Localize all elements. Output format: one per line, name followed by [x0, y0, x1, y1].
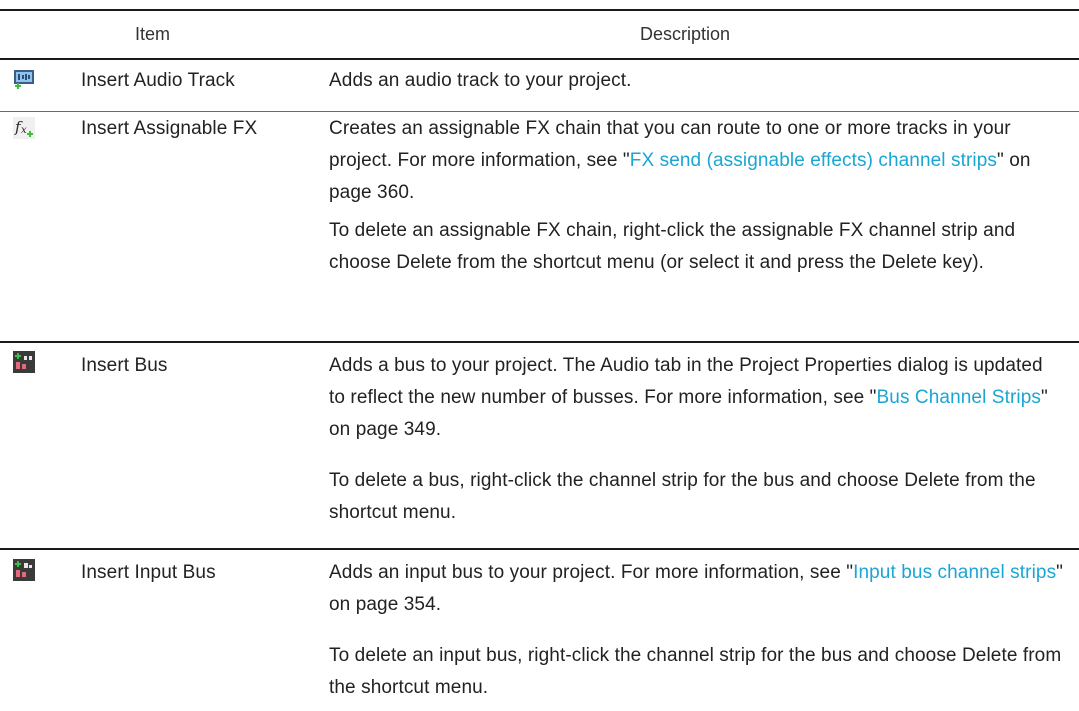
svg-text:x: x	[21, 125, 27, 136]
row-divider	[0, 341, 1079, 343]
column-header-description: Description	[640, 24, 731, 44]
insert-bus-icon	[13, 351, 35, 373]
description-text: Adds an input bus to your project. For m…	[329, 562, 854, 583]
item-description: Adds a bus to your project. The Audio ta…	[329, 350, 1064, 446]
column-header-item: Item	[135, 24, 171, 44]
item-description: Adds an audio track to your project.	[329, 70, 632, 91]
item-name: Insert Assignable FX	[81, 118, 258, 139]
audio-track-icon	[14, 70, 34, 89]
table-top-rule	[0, 9, 1079, 11]
item-description: Creates an assignable FX chain that you …	[329, 113, 1064, 209]
row-divider	[0, 548, 1079, 550]
input-bus-channel-strips-link[interactable]: Input bus channel strips	[853, 562, 1056, 583]
item-name: Insert Audio Track	[81, 70, 235, 91]
item-description: To delete an input bus, right-click the …	[329, 645, 1062, 698]
header-rule	[0, 58, 1079, 60]
item-description: To delete a bus, right-click the channel…	[329, 470, 1036, 523]
bus-channel-strips-link[interactable]: Bus Channel Strips	[877, 387, 1041, 408]
item-description: To delete an assignable FX chain, right-…	[329, 220, 1016, 273]
row-divider	[0, 111, 1079, 112]
item-name: Insert Input Bus	[81, 562, 216, 583]
item-name: Insert Bus	[81, 355, 168, 376]
insert-input-bus-icon	[13, 559, 35, 581]
fx-send-link[interactable]: FX send (assignable effects) channel str…	[630, 150, 997, 171]
assignable-fx-icon: f x	[13, 117, 35, 139]
item-description: Adds an input bus to your project. For m…	[329, 557, 1064, 621]
